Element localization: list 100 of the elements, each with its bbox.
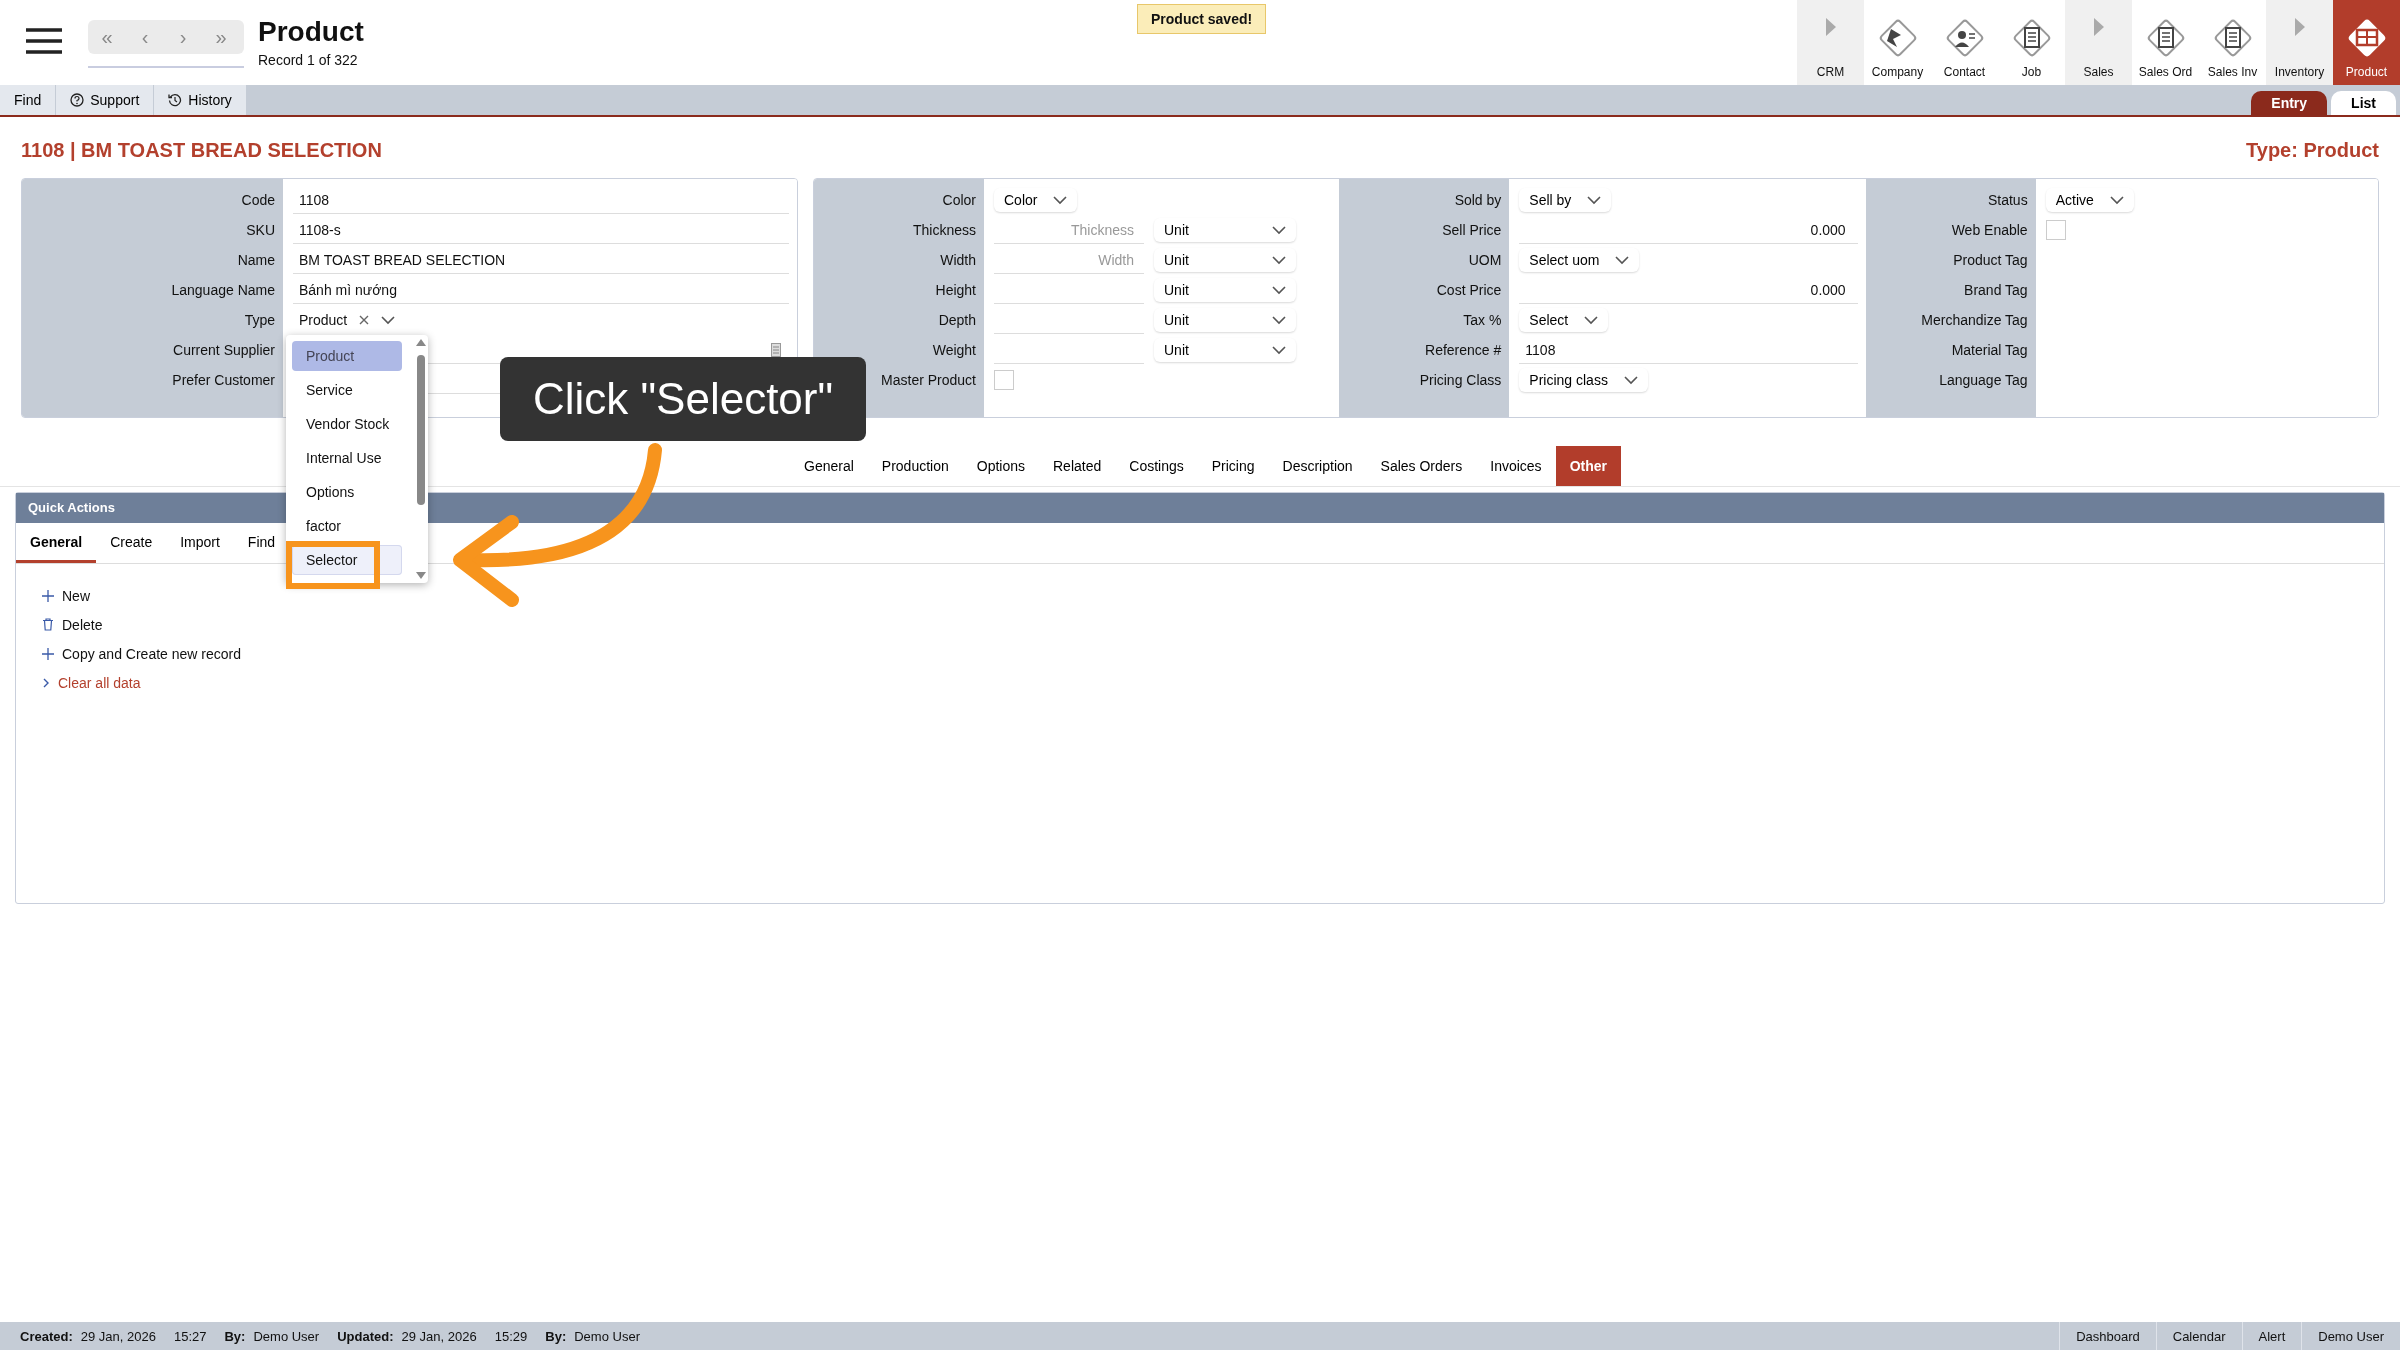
field-label: Thickness bbox=[911, 221, 977, 240]
record-counter: Record 1 of 322 bbox=[258, 52, 359, 68]
checkbox[interactable] bbox=[2045, 220, 2066, 240]
dropdown-option[interactable]: Selector bbox=[292, 545, 402, 575]
field-label: Pricing Class bbox=[1418, 371, 1503, 390]
status-link[interactable]: Calendar bbox=[2155, 1322, 2242, 1350]
chevron-down-icon bbox=[1272, 255, 1286, 265]
field-label: Master Product bbox=[880, 371, 977, 390]
unit-dropdown[interactable]: Unit bbox=[1154, 218, 1296, 242]
panel-tab[interactable]: Find bbox=[233, 523, 290, 563]
toast-message: Product saved! bbox=[1137, 4, 1267, 34]
action-link[interactable]: New bbox=[62, 587, 90, 604]
status-text: Updated: 29 Jan, 2026 bbox=[337, 1328, 477, 1344]
status-text: By: Demo User bbox=[224, 1328, 320, 1344]
plus-icon bbox=[42, 647, 54, 660]
record-tab[interactable]: General bbox=[790, 446, 868, 486]
dropdown-option[interactable]: Product bbox=[292, 341, 402, 371]
status-link[interactable]: Dashboard bbox=[2059, 1322, 2156, 1350]
field-label: Brand Tag bbox=[1963, 281, 2029, 300]
unit-dropdown[interactable]: Unit bbox=[1154, 308, 1296, 332]
close-icon[interactable] bbox=[359, 315, 370, 325]
dropdown-option[interactable]: Options bbox=[292, 477, 402, 507]
view-tab[interactable]: List bbox=[2331, 91, 2396, 115]
chevron-down-icon bbox=[1272, 315, 1286, 325]
field-label: Type bbox=[243, 311, 276, 330]
record-type: Type: Product bbox=[2246, 139, 2379, 162]
dropdown[interactable]: Sell by bbox=[1519, 188, 1612, 212]
field-label: Height bbox=[934, 281, 977, 300]
status-link[interactable]: Alert bbox=[2241, 1322, 2302, 1350]
panel-tab[interactable]: Create bbox=[96, 523, 167, 563]
toolbar-button[interactable]: Support bbox=[56, 85, 155, 115]
triangle-icon bbox=[2092, 17, 2105, 37]
dropdown-option[interactable]: factor bbox=[292, 511, 402, 541]
dropdown[interactable]: Active bbox=[2045, 188, 2134, 212]
chevron-down-icon bbox=[381, 315, 396, 325]
checkbox[interactable] bbox=[994, 370, 1014, 390]
record-tab[interactable]: Pricing bbox=[1197, 446, 1269, 486]
record-tab[interactable]: Invoices bbox=[1476, 446, 1556, 486]
action-link[interactable]: Copy and Create new record bbox=[62, 645, 241, 662]
record-tab[interactable]: Costings bbox=[1115, 446, 1198, 486]
module-button[interactable]: Product bbox=[2333, 0, 2400, 85]
field-label: Material Tag bbox=[1950, 341, 2029, 360]
module-button[interactable]: Sales bbox=[2065, 0, 2132, 85]
record-tab[interactable]: Production bbox=[867, 446, 963, 486]
panel-tab[interactable]: Import bbox=[166, 523, 234, 563]
text-field[interactable]: Bánh mì nướng bbox=[293, 276, 789, 304]
dropdown-option[interactable]: Internal Use bbox=[292, 443, 402, 473]
status-link[interactable]: Demo User bbox=[2301, 1322, 2400, 1350]
text-field[interactable]: 1108 bbox=[293, 186, 789, 214]
dropdown-option[interactable]: Service bbox=[292, 375, 402, 405]
record-tab[interactable]: Options bbox=[962, 446, 1039, 486]
chevron-down-icon bbox=[1615, 255, 1630, 265]
unit-dropdown[interactable]: Unit bbox=[1154, 278, 1296, 302]
dropdown[interactable]: Pricing class bbox=[1519, 368, 1648, 392]
record-tab[interactable]: Sales Orders bbox=[1366, 446, 1477, 486]
field-label: Current Supplier bbox=[172, 341, 276, 360]
record-tab[interactable]: Related bbox=[1039, 446, 1116, 486]
number-field[interactable]: 0.000 bbox=[1519, 276, 1858, 304]
record-tab[interactable]: Description bbox=[1268, 446, 1367, 486]
chevron-down-icon bbox=[1053, 195, 1068, 205]
menu-icon[interactable] bbox=[24, 26, 64, 56]
field-label: Name bbox=[236, 251, 276, 270]
module-button[interactable]: Inventory bbox=[2266, 0, 2333, 85]
dropdown[interactable]: Select uom bbox=[1519, 248, 1640, 272]
field-label: Language Name bbox=[170, 281, 276, 300]
text-field[interactable]: 1108-s bbox=[293, 216, 789, 244]
field-label: Color bbox=[941, 191, 977, 210]
chevron-right-icon bbox=[42, 676, 50, 689]
dropdown[interactable]: Select bbox=[1519, 308, 1609, 332]
list-icon[interactable] bbox=[771, 342, 781, 357]
unit-dropdown[interactable]: Unit bbox=[1154, 248, 1296, 272]
field-label: Cost Price bbox=[1435, 281, 1503, 300]
dropdown[interactable]: Color bbox=[994, 188, 1078, 212]
toolbar-button[interactable]: Find bbox=[0, 85, 57, 115]
number-field[interactable]: 0.000 bbox=[1519, 216, 1858, 244]
field-label: Prefer Customer bbox=[171, 371, 276, 390]
status-text: 15:27 bbox=[173, 1328, 207, 1344]
unit-dropdown[interactable]: Unit bbox=[1154, 338, 1296, 362]
chevron-down-icon bbox=[1272, 225, 1286, 235]
dropdown-option[interactable]: Vendor Stock bbox=[292, 409, 402, 439]
type-dropdown[interactable]: Product bbox=[293, 312, 396, 328]
action-link[interactable]: Clear all data bbox=[58, 674, 141, 691]
module-button[interactable]: CRM bbox=[1797, 0, 1864, 85]
panel-tab[interactable]: General bbox=[16, 523, 97, 563]
field-label: Language Tag bbox=[1938, 371, 2029, 390]
chevron-down-icon bbox=[1587, 195, 1602, 205]
action-link[interactable]: Delete bbox=[62, 616, 103, 633]
history-icon bbox=[168, 93, 183, 107]
field-label: Merchandize Tag bbox=[1920, 311, 2029, 330]
text-field[interactable]: 1108 bbox=[1519, 336, 1858, 364]
triangle-icon bbox=[2293, 17, 2306, 37]
chevron-down-icon bbox=[1272, 285, 1286, 295]
toolbar-button[interactable]: History bbox=[154, 85, 247, 115]
view-tab[interactable]: Entry bbox=[2251, 91, 2328, 115]
chevron-down-icon bbox=[1623, 375, 1638, 385]
field-label: Depth bbox=[937, 311, 977, 330]
text-field[interactable]: BM TOAST BREAD SELECTION bbox=[293, 246, 789, 274]
chevron-down-icon bbox=[1584, 315, 1599, 325]
help-icon bbox=[70, 93, 85, 107]
record-tab[interactable]: Other bbox=[1555, 446, 1621, 486]
